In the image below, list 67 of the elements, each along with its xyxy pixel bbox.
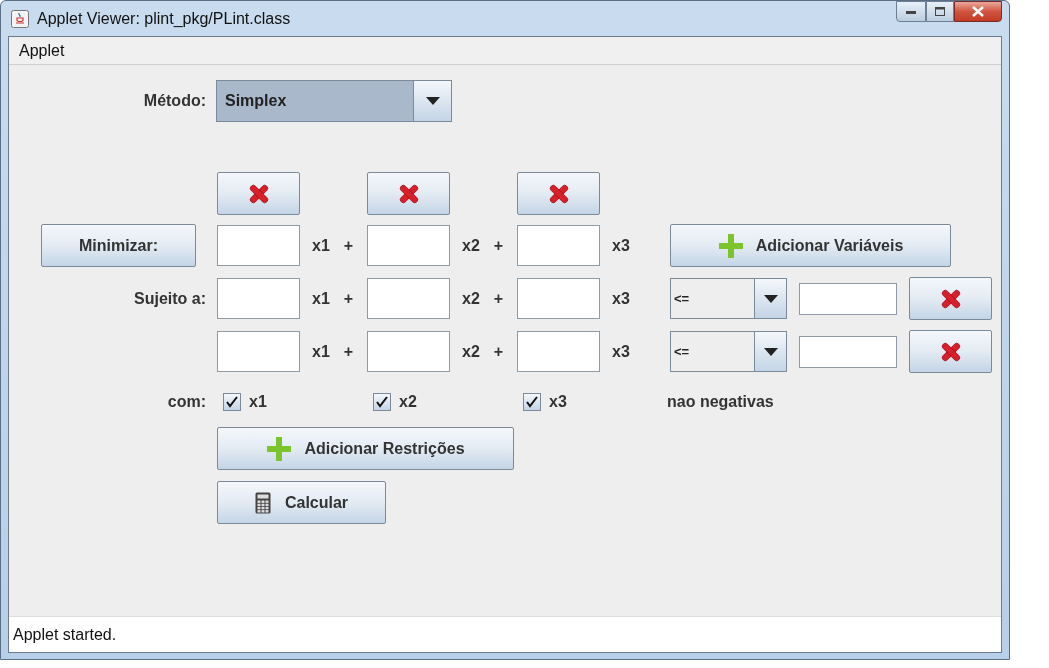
plus-icon: [266, 435, 293, 462]
remove-constraint-button[interactable]: [909, 277, 992, 320]
dropdown-arrow-icon: [763, 294, 778, 303]
checkbox-label: x1: [249, 392, 267, 412]
variable-label: x3: [612, 235, 630, 256]
variable-label: x1: [312, 288, 330, 309]
menu-item[interactable]: Applet: [17, 38, 67, 63]
input-field[interactable]: [799, 282, 897, 315]
method-dropdown[interactable]: Simplex: [216, 80, 452, 122]
remove-variable-button[interactable]: [217, 172, 300, 215]
input-field[interactable]: [367, 225, 450, 266]
input-field[interactable]: [517, 331, 600, 372]
check-icon: [226, 396, 238, 408]
variable-label: x2: [462, 288, 480, 309]
check-icon: [376, 396, 388, 408]
input-field[interactable]: [367, 331, 450, 372]
maximize-button[interactable]: [926, 1, 954, 22]
nonnegative-label: nao negativas: [667, 392, 774, 412]
with-label: com:: [166, 392, 206, 412]
close-icon: [972, 6, 984, 17]
method-label: Método:: [142, 91, 206, 111]
variable-label: x2: [462, 235, 480, 256]
maximize-icon: [935, 7, 945, 16]
remove-variable-button[interactable]: [517, 172, 600, 215]
checkbox-label: x3: [549, 392, 567, 412]
dropdown-arrow-icon: [763, 347, 778, 356]
minimize-objective-button[interactable]: Minimizar:: [41, 224, 196, 267]
checkbox-label: x2: [399, 392, 417, 412]
input-field[interactable]: [517, 278, 600, 319]
calculate-button[interactable]: Calcular: [217, 481, 386, 524]
input-field[interactable]: [367, 278, 450, 319]
minimize-button[interactable]: [896, 1, 926, 22]
plus-icon: [717, 232, 744, 259]
calculator-icon: [254, 491, 271, 514]
variable-label: x3: [612, 288, 630, 309]
relation-dropdown[interactable]: <=: [670, 278, 787, 319]
remove-variable-button[interactable]: [367, 172, 450, 215]
operator-label: +: [493, 341, 504, 362]
dropdown-arrow-icon: [425, 97, 440, 105]
checkbox[interactable]: [373, 393, 391, 411]
subject-to-label: Sujeito a:: [134, 288, 206, 309]
operator-label: +: [493, 235, 504, 256]
app-icon: [11, 9, 29, 28]
minimize-icon: [906, 9, 916, 14]
checkbox[interactable]: [523, 393, 541, 411]
operator-label: +: [493, 288, 504, 309]
operator-label: +: [343, 288, 354, 309]
window-title: Applet Viewer: plint_pkg/PLint.class: [37, 8, 291, 29]
operator-label: +: [343, 235, 354, 256]
variable-label: x1: [312, 235, 330, 256]
status-text: Applet started.: [13, 624, 117, 645]
variable-label: x1: [312, 341, 330, 362]
input-field[interactable]: [217, 278, 300, 319]
variable-label: x3: [612, 341, 630, 362]
variable-label: x2: [462, 341, 480, 362]
close-button[interactable]: [954, 1, 1002, 22]
input-field[interactable]: [217, 331, 300, 372]
remove-constraint-button[interactable]: [909, 330, 992, 373]
input-field[interactable]: [217, 225, 300, 266]
input-field[interactable]: [517, 225, 600, 266]
input-field[interactable]: [799, 335, 897, 368]
add-variables-button[interactable]: Adicionar Variáveis: [670, 224, 951, 267]
operator-label: +: [343, 341, 354, 362]
checkbox[interactable]: [223, 393, 241, 411]
check-icon: [526, 396, 538, 408]
relation-dropdown[interactable]: <=: [670, 331, 787, 372]
add-constraints-button[interactable]: Adicionar Restrições: [217, 427, 514, 470]
